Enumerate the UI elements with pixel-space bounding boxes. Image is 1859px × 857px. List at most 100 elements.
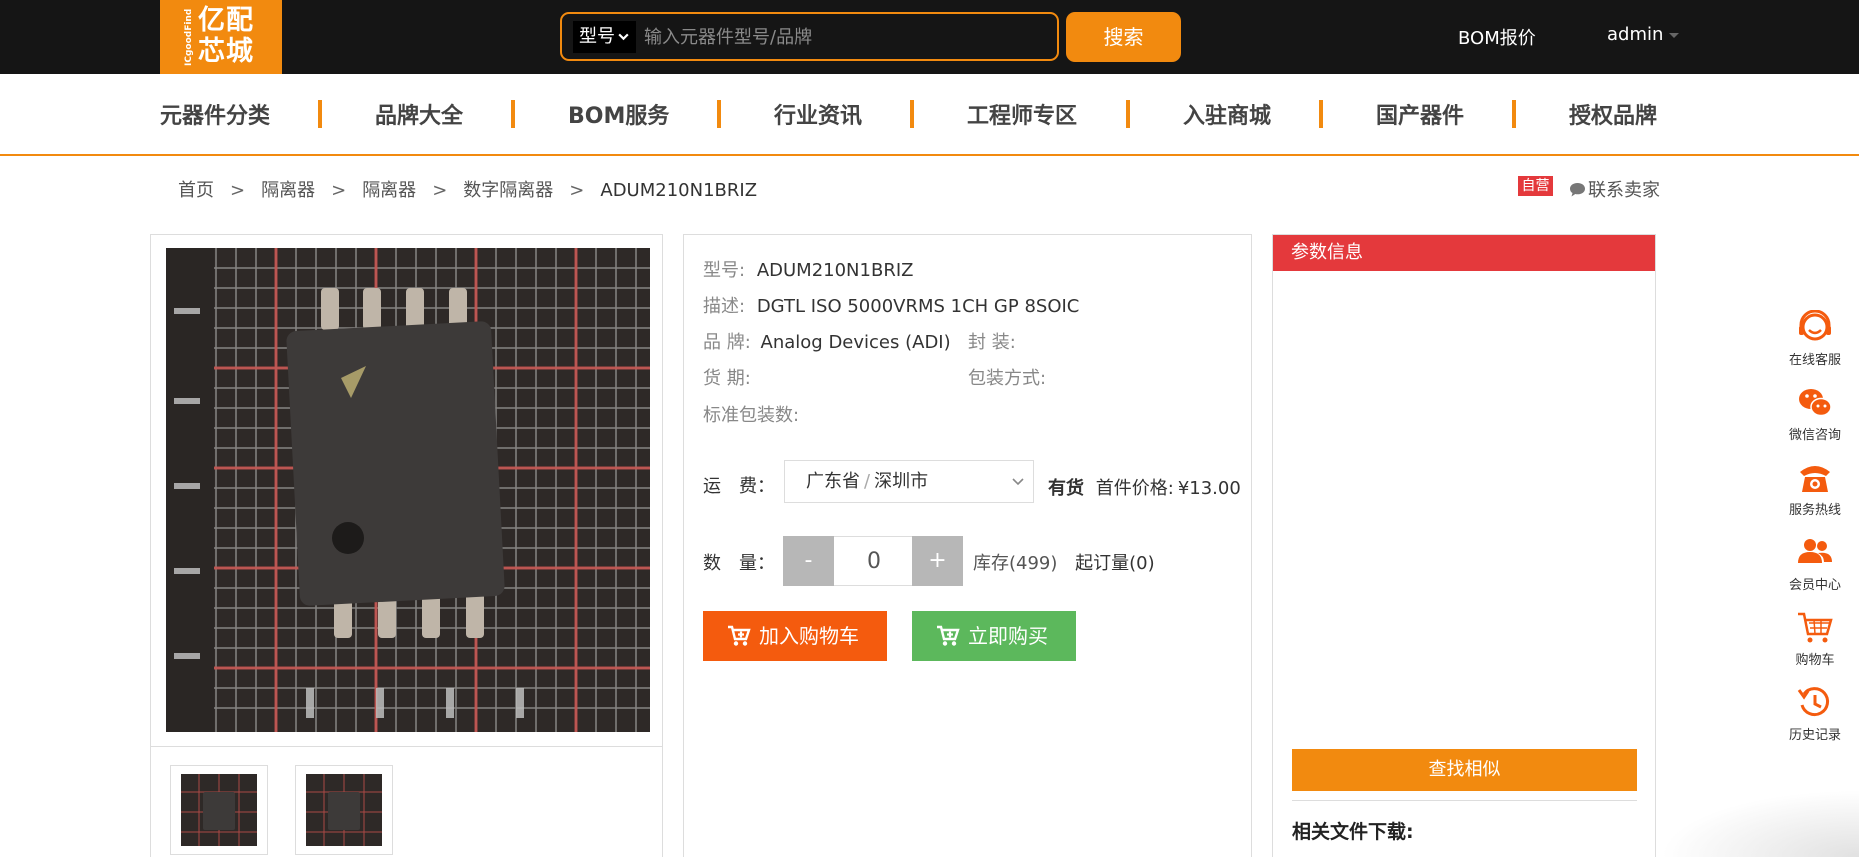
sidebar-label: 会员中心 bbox=[1788, 578, 1841, 593]
standard-pack-row: 标准包装数: bbox=[703, 401, 799, 427]
sidebar-hotline[interactable]: 服务热线 bbox=[1782, 460, 1848, 518]
sidebar-cart[interactable]: 购物车 bbox=[1782, 610, 1848, 668]
nav-item-engineer-zone[interactable]: 工程师专区 bbox=[967, 98, 1077, 130]
user-menu[interactable]: admin bbox=[1607, 24, 1680, 45]
sidebar-history[interactable]: 历史记录 bbox=[1782, 685, 1848, 743]
nav-item-bom-service[interactable]: BOM服务 bbox=[568, 98, 669, 130]
contact-seller-link[interactable]: 联系卖家 bbox=[1569, 176, 1660, 202]
chevron-down-icon bbox=[1012, 478, 1024, 486]
packing-label: 包装方式: bbox=[968, 368, 1047, 389]
shipping-label: 运 费： bbox=[703, 476, 775, 497]
search-type-select[interactable]: 型号 bbox=[573, 21, 636, 53]
package-label: 封 装: bbox=[968, 332, 1016, 353]
nav-separator bbox=[1512, 100, 1516, 128]
packing-row: 包装方式: bbox=[968, 364, 1046, 390]
headset-icon bbox=[1799, 310, 1831, 341]
product-info: 型号: ADUM210N1BRIZ 描述: DGTL ISO 5000VRMS … bbox=[683, 234, 1252, 857]
nav-item-authorized-brands[interactable]: 授权品牌 bbox=[1569, 98, 1657, 130]
wechat-icon bbox=[1799, 389, 1832, 417]
sidebar-label: 购物车 bbox=[1795, 653, 1835, 668]
category-nav: 元器件分类 品牌大全 BOM服务 行业资讯 工程师专区 入驻商城 国产器件 授权… bbox=[0, 74, 1859, 156]
sidebar-label: 微信咨询 bbox=[1788, 428, 1841, 443]
nav-separator bbox=[1126, 100, 1130, 128]
logo-cn-text: 亿配芯城 bbox=[198, 5, 254, 67]
sidebar-online-service[interactable]: 在线客服 bbox=[1782, 310, 1848, 368]
nav-separator bbox=[910, 100, 914, 128]
quantity-decrease-button[interactable]: - bbox=[783, 536, 834, 586]
breadcrumb-item[interactable]: 隔离器 bbox=[362, 176, 416, 202]
nav-item-industry-news[interactable]: 行业资讯 bbox=[774, 98, 862, 130]
gallery-divider bbox=[151, 746, 662, 747]
members-icon bbox=[1798, 539, 1832, 563]
nav-separator bbox=[1319, 100, 1323, 128]
cart-icon bbox=[1798, 612, 1833, 643]
lead-time-label: 货 期: bbox=[703, 368, 751, 389]
breadcrumb-separator: > bbox=[230, 180, 246, 201]
breadcrumb-home[interactable]: 首页 bbox=[178, 176, 214, 202]
city-value: 深圳市 bbox=[874, 471, 929, 492]
contact-seller-label: 联系卖家 bbox=[1588, 180, 1660, 201]
breadcrumb-item[interactable]: 数字隔离器 bbox=[463, 176, 553, 202]
buy-now-label: 立即购买 bbox=[968, 624, 1048, 648]
province-value: 广东省 bbox=[806, 471, 860, 492]
nav-item-components[interactable]: 元器件分类 bbox=[160, 98, 270, 130]
nav-separator bbox=[318, 100, 322, 128]
thumbnail-image bbox=[181, 774, 257, 846]
nav-item-join-mall[interactable]: 入驻商城 bbox=[1183, 98, 1271, 130]
description-row: 描述: DGTL ISO 5000VRMS 1CH GP 8SOIC bbox=[703, 292, 1079, 318]
in-stock-label: 有货 bbox=[1048, 478, 1084, 499]
package-row: 封 装: bbox=[968, 328, 1016, 354]
shipping-region-select[interactable]: 广东省 / 深圳市 bbox=[784, 460, 1034, 503]
first-price-value: ¥13.00 bbox=[1177, 478, 1241, 499]
standard-pack-label: 标准包装数: bbox=[703, 405, 800, 426]
related-files-title: 相关文件下载: bbox=[1292, 821, 1414, 843]
add-to-cart-button[interactable]: 加入购物车 bbox=[703, 611, 887, 661]
thumbnail-2[interactable] bbox=[295, 765, 393, 855]
caret-down-icon bbox=[1669, 32, 1680, 38]
thumbnail-image bbox=[306, 774, 382, 846]
buy-now-button[interactable]: 立即购买 bbox=[912, 611, 1076, 661]
first-price-label: 首件价格: bbox=[1095, 478, 1174, 499]
parameters-title: 参数信息 bbox=[1273, 235, 1655, 271]
quantity-increase-button[interactable]: + bbox=[912, 536, 963, 586]
site-logo[interactable]: ICgoodFind 亿配芯城 bbox=[160, 0, 282, 74]
cart-icon bbox=[937, 625, 960, 646]
find-similar-button[interactable]: 查找相似 bbox=[1292, 749, 1637, 791]
bom-quote-link[interactable]: BOM报价 bbox=[1458, 24, 1536, 50]
add-to-cart-label: 加入购物车 bbox=[759, 624, 859, 648]
brand-row: 品 牌: Analog Devices (ADI) bbox=[703, 328, 951, 354]
chevron-down-icon bbox=[618, 33, 629, 41]
model-label: 型号: bbox=[703, 260, 746, 281]
stock-count: 库存(499) bbox=[973, 553, 1058, 574]
history-icon bbox=[1797, 687, 1830, 717]
lead-time-row: 货 期: bbox=[703, 364, 751, 390]
nav-separator bbox=[717, 100, 721, 128]
description-label: 描述: bbox=[703, 296, 746, 317]
top-bar: ICgoodFind 亿配芯城 型号 搜索 BOM报价 admin bbox=[0, 0, 1859, 74]
breadcrumb: 首页 > 隔离器 > 隔离器 > 数字隔离器 > ADUM210N1BRIZ bbox=[178, 176, 757, 202]
search-button[interactable]: 搜索 bbox=[1066, 12, 1181, 62]
nav-item-domestic-parts[interactable]: 国产器件 bbox=[1376, 98, 1464, 130]
parameters-panel: 参数信息 查找相似 相关文件下载: bbox=[1272, 234, 1656, 857]
thumbnail-1[interactable] bbox=[170, 765, 268, 855]
quantity-input[interactable] bbox=[834, 536, 914, 586]
breadcrumb-item[interactable]: 隔离器 bbox=[261, 176, 315, 202]
model-value: ADUM210N1BRIZ bbox=[756, 260, 914, 281]
search-input[interactable] bbox=[644, 21, 1044, 53]
breadcrumb-separator: > bbox=[432, 180, 448, 201]
sidebar-wechat[interactable]: 微信咨询 bbox=[1782, 385, 1848, 443]
breadcrumb-separator: > bbox=[331, 180, 347, 201]
cart-icon bbox=[728, 625, 751, 646]
nav-separator bbox=[511, 100, 515, 128]
stock-info: 库存(499) 起订量(0) bbox=[973, 549, 1155, 575]
sidebar-label: 在线客服 bbox=[1788, 353, 1841, 368]
search-box: 型号 bbox=[560, 12, 1059, 61]
self-operated-badge: 自营 bbox=[1518, 176, 1553, 196]
brand-value[interactable]: Analog Devices (ADI) bbox=[761, 332, 951, 353]
nav-item-brands[interactable]: 品牌大全 bbox=[375, 98, 463, 130]
model-row: 型号: ADUM210N1BRIZ bbox=[703, 256, 913, 282]
product-main-image[interactable] bbox=[166, 248, 650, 732]
sidebar-member-center[interactable]: 会员中心 bbox=[1782, 535, 1848, 593]
sidebar-label: 服务热线 bbox=[1788, 503, 1841, 518]
username: admin bbox=[1607, 24, 1664, 45]
